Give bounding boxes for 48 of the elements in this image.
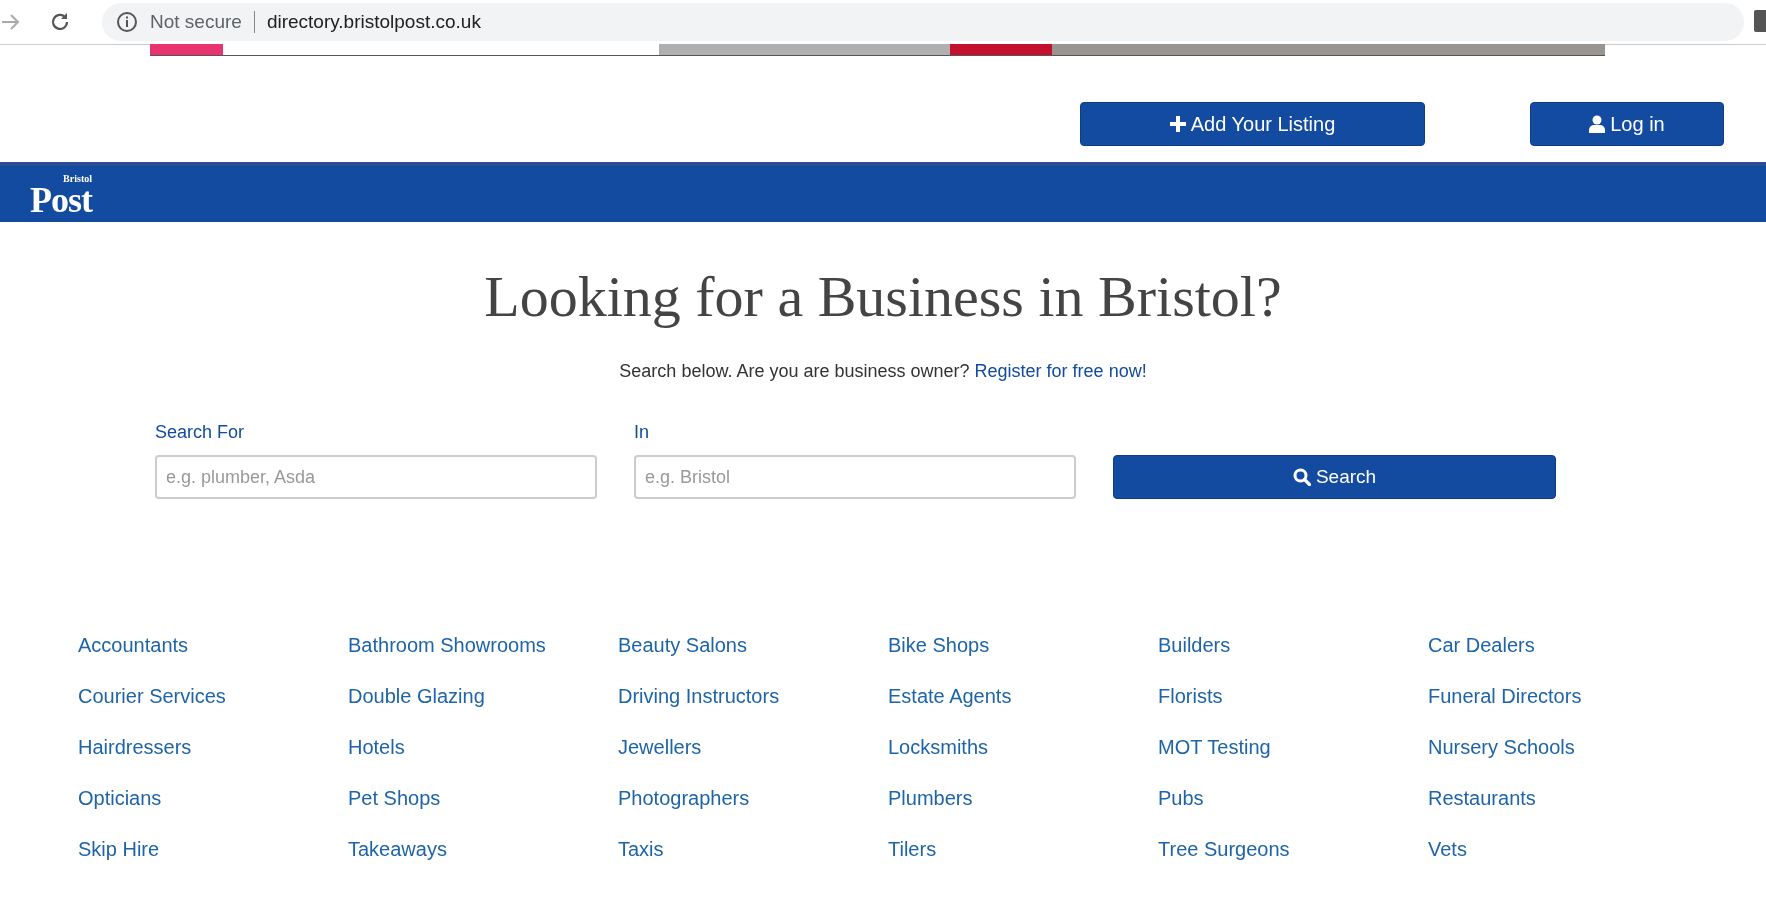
category-link[interactable]: Pubs: [1158, 786, 1204, 810]
url-text: directory.bristolpost.co.uk: [266, 11, 481, 33]
search-button[interactable]: Search: [1113, 455, 1556, 499]
category-link[interactable]: Locksmiths: [888, 735, 989, 759]
category-link[interactable]: Driving Instructors: [618, 684, 780, 708]
category-link[interactable]: Courier Services: [78, 684, 226, 708]
plus-icon: [1169, 116, 1186, 132]
search-field[interactable]: e.g. plumber, Asda: [155, 455, 597, 499]
security-label: Not secure: [150, 11, 242, 33]
category-link[interactable]: Tilers: [888, 837, 937, 861]
intro-text: Search below. Are you are business owner? Register for free now!: [618, 360, 1148, 383]
category-link[interactable]: Funeral Directors: [1428, 684, 1582, 708]
register-link[interactable]: Register for free now!: [974, 361, 1147, 381]
category-link[interactable]: Hairdressers: [78, 735, 192, 759]
category-link[interactable]: Tree Surgeons: [1158, 837, 1290, 861]
location-field[interactable]: e.g. Bristol: [634, 455, 1076, 499]
login-button[interactable]: Log in: [1530, 102, 1724, 146]
category-link[interactable]: Accountants: [78, 633, 189, 657]
search-icon: [1292, 468, 1311, 486]
category-link[interactable]: Restaurants: [1428, 786, 1536, 810]
category-link[interactable]: Builders: [1158, 633, 1231, 657]
category-link[interactable]: MOT Testing: [1158, 735, 1271, 759]
category-link[interactable]: Car Dealers: [1428, 633, 1535, 657]
category-link[interactable]: Florists: [1158, 684, 1223, 708]
category-link[interactable]: Bike Shops: [888, 633, 990, 657]
category-link[interactable]: Jewellers: [618, 735, 702, 759]
user-icon: [1589, 115, 1606, 133]
page-heading: Looking for a Business in Bristol?: [483, 265, 1283, 329]
category-link[interactable]: Estate Agents: [888, 684, 1012, 708]
category-link[interactable]: Beauty Salons: [618, 633, 747, 657]
category-link[interactable]: Photographers: [618, 786, 750, 810]
category-link[interactable]: Double Glazing: [348, 684, 485, 708]
category-link[interactable]: Opticians: [78, 786, 162, 810]
category-link[interactable]: Nursery Schools: [1428, 735, 1575, 759]
add-listing-button[interactable]: Add Your Listing: [1080, 102, 1425, 146]
category-link[interactable]: Pet Shops: [348, 786, 441, 810]
address-bar[interactable]: Not secure directory.bristolpost.co.uk: [102, 3, 1744, 41]
category-link[interactable]: Taxis: [618, 837, 664, 861]
category-link[interactable]: Vets: [1428, 837, 1467, 861]
category-link[interactable]: Hotels: [348, 735, 405, 759]
info-icon[interactable]: [116, 11, 138, 33]
field-label: Search For: [155, 421, 246, 443]
category-link[interactable]: Takeaways: [348, 837, 447, 861]
category-link[interactable]: Bathroom Showrooms: [348, 633, 546, 657]
field-label: In: [634, 421, 650, 443]
category-link[interactable]: Plumbers: [888, 786, 973, 810]
logo[interactable]: Bristol Post: [30, 172, 92, 216]
category-link[interactable]: Skip Hire: [78, 837, 160, 861]
